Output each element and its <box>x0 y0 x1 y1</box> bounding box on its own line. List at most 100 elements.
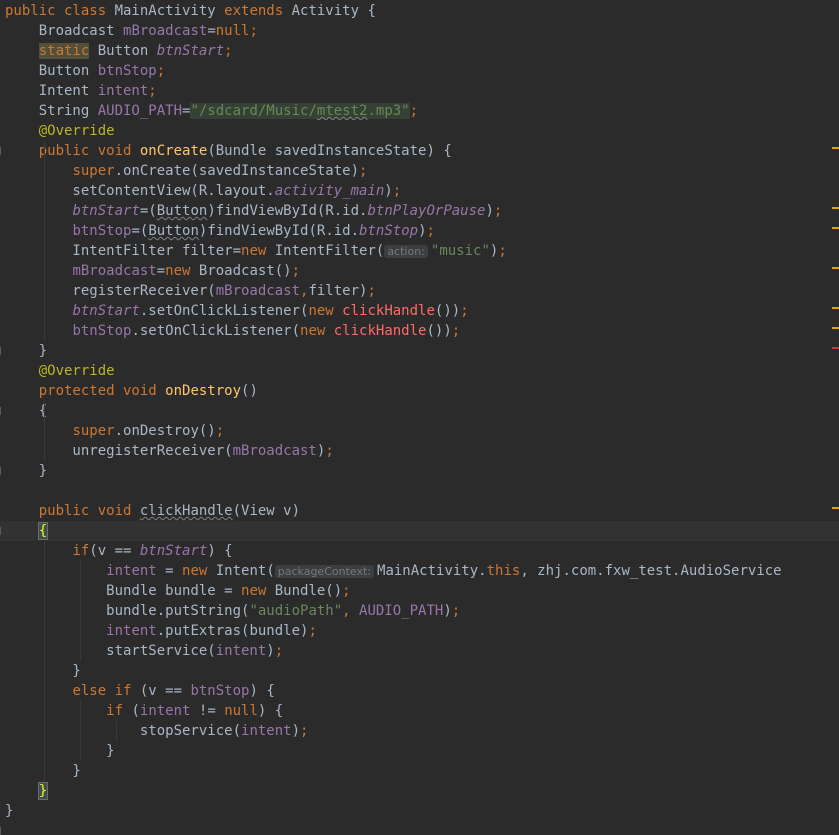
code-line-field-btnstop[interactable]: Button btnStop; <box>0 61 839 81</box>
code-line-btnstart-listener[interactable]: btnStart.setOnClickListener(new clickHan… <box>0 301 839 321</box>
code-line-close-oncreate[interactable]: } <box>0 341 839 361</box>
code-line-oncreate-decl[interactable]: public void onCreate(Bundle savedInstanc… <box>0 141 839 161</box>
code-line-clickhandle-decl[interactable]: public void clickHandle(View v) <box>0 501 839 521</box>
code-line-else-if[interactable]: else if (v == btnStop) { <box>0 681 839 701</box>
code-token: } <box>5 343 48 359</box>
error-stripe-marker[interactable] <box>832 207 839 209</box>
fold-marker-icon[interactable] <box>0 407 7 415</box>
code-token: null <box>215 23 250 39</box>
parameter-hint: packageContext: <box>274 565 375 578</box>
code-line-new-broadcast[interactable]: mBroadcast=new Broadcast(); <box>0 261 839 281</box>
code-token: ; <box>451 603 461 619</box>
code-line-new-bundle[interactable]: Bundle bundle = new Bundle(); <box>0 581 839 601</box>
code-token: } <box>5 663 81 679</box>
code-text: IntentFilter filter=new IntentFilter(act… <box>5 241 506 261</box>
code-token: (v == <box>89 543 140 559</box>
code-line-if-btnstart[interactable]: if(v == btnStart) { <box>0 541 839 561</box>
code-token: ; <box>342 583 351 599</box>
code-text: static Button btnStart; <box>5 41 233 61</box>
code-line-close-if[interactable]: } <box>0 661 839 681</box>
code-token: registerReceiver( <box>5 283 216 299</box>
code-line-ondestroy-decl[interactable]: protected void onDestroy() <box>0 381 839 401</box>
code-line-close-clickhandle[interactable]: } <box>0 781 839 801</box>
code-line-close-class[interactable]: } <box>0 801 839 821</box>
error-stripe-marker[interactable] <box>832 227 839 229</box>
error-stripe-marker[interactable] <box>832 507 839 509</box>
code-token: String <box>5 103 98 119</box>
code-text: btnStop=(Button)findViewById(R.id.btnSto… <box>5 221 435 241</box>
fold-marker-icon[interactable] <box>0 347 7 355</box>
code-token: static <box>38 43 90 59</box>
code-line-setcontentview[interactable]: setContentView(R.layout.activity_main); <box>0 181 839 201</box>
code-token: Bundle() <box>274 583 343 599</box>
code-line-class-decl[interactable]: public class MainActivity extends Activi… <box>0 1 839 21</box>
code-line-super-ondestroy[interactable]: super.onDestroy(); <box>0 421 839 441</box>
code-token: public void <box>38 503 140 519</box>
code-token: Bundle bundle = <box>5 583 242 599</box>
code-line-btnstop-find[interactable]: btnStop=(Button)findViewById(R.id.btnSto… <box>0 221 839 241</box>
code-line-override-2[interactable]: @Override <box>0 361 839 381</box>
code-token: else if <box>72 683 140 699</box>
code-token: startService( <box>5 643 216 659</box>
code-line-if-intent-null[interactable]: if (intent != null) { <box>0 701 839 721</box>
indent-guide <box>44 401 45 461</box>
code-token: Broadcast <box>5 23 124 39</box>
code-token: .putExtras(bundle) <box>156 623 309 639</box>
code-token: ) { <box>257 703 284 719</box>
code-text: { <box>5 521 49 541</box>
code-token: btnStart <box>139 543 208 559</box>
fold-marker-icon[interactable] <box>0 827 7 835</box>
code-editor[interactable]: public class MainActivity extends Activi… <box>0 0 839 835</box>
code-line-putextras[interactable]: intent.putExtras(bundle); <box>0 621 839 641</box>
code-line-stopservice[interactable]: stopService(intent); <box>0 721 839 741</box>
code-token: new <box>308 303 343 319</box>
code-line-new-intent[interactable]: intent = new Intent(packageContext: MainA… <box>0 561 839 581</box>
code-token: IntentFilter filter= <box>5 243 242 259</box>
error-stripe-marker[interactable] <box>832 147 839 149</box>
error-stripe-marker[interactable] <box>832 307 839 309</box>
fold-marker-icon[interactable] <box>0 467 7 475</box>
code-line-btnstart-find[interactable]: btnStart=(Button)findViewById(R.id.btnPl… <box>0 201 839 221</box>
code-token: ) <box>266 643 275 659</box>
code-token: { <box>37 522 49 540</box>
error-stripe-marker[interactable] <box>832 267 839 269</box>
code-text: intent = new Intent(packageContext: MainA… <box>5 561 781 581</box>
code-text: if(v == btnStart) { <box>5 541 232 561</box>
code-text: Broadcast mBroadcast=null; <box>5 21 258 41</box>
code-token: AUDIO_PATH <box>359 603 444 619</box>
code-token: intent <box>139 703 191 719</box>
error-stripe-marker[interactable] <box>832 347 839 349</box>
fold-marker-icon[interactable] <box>0 527 7 535</box>
code-line-btnstop-listener[interactable]: btnStop.setOnClickListener(new clickHand… <box>0 321 839 341</box>
code-line-field-intent[interactable]: Intent intent; <box>0 81 839 101</box>
code-token: (View v) <box>232 503 301 519</box>
code-line-registerreceiver[interactable]: registerReceiver(mBroadcast,filter); <box>0 281 839 301</box>
code-line-putstring[interactable]: bundle.putString("audioPath", AUDIO_PATH… <box>0 601 839 621</box>
code-line-super-oncreate[interactable]: super.onCreate(savedInstanceState); <box>0 161 839 181</box>
code-line-close-inner-if[interactable]: } <box>0 741 839 761</box>
code-line-field-btnstart[interactable]: static Button btnStart; <box>0 41 839 61</box>
code-line-close-ondestroy[interactable]: } <box>0 461 839 481</box>
code-line-override-1[interactable]: @Override <box>0 121 839 141</box>
code-line-blank-1[interactable] <box>0 481 839 501</box>
code-token: MainActivity <box>114 3 225 19</box>
code-text: btnStart=(Button)findViewById(R.id.btnPl… <box>5 201 502 221</box>
code-line-intentfilter[interactable]: IntentFilter filter=new IntentFilter(act… <box>0 241 839 261</box>
code-text: @Override <box>5 361 115 381</box>
error-stripe-marker[interactable] <box>832 327 839 329</box>
code-token: Button <box>5 63 98 79</box>
code-line-startservice[interactable]: startService(intent); <box>0 641 839 661</box>
code-line-open-clickhandle[interactable]: { <box>0 521 839 541</box>
code-line-close-else[interactable]: } <box>0 761 839 781</box>
fold-marker-icon[interactable] <box>0 147 7 155</box>
code-text: protected void onDestroy() <box>5 381 258 401</box>
code-token: Button <box>156 203 208 219</box>
code-line-unregister[interactable]: unregisterReceiver(mBroadcast); <box>0 441 839 461</box>
code-line-open-ondestroy[interactable]: { <box>0 401 839 421</box>
code-line-field-mbroadcast[interactable]: Broadcast mBroadcast=null; <box>0 21 839 41</box>
code-line-field-audiopath[interactable]: String AUDIO_PATH="/sdcard/Music/mtest2.… <box>0 101 839 121</box>
